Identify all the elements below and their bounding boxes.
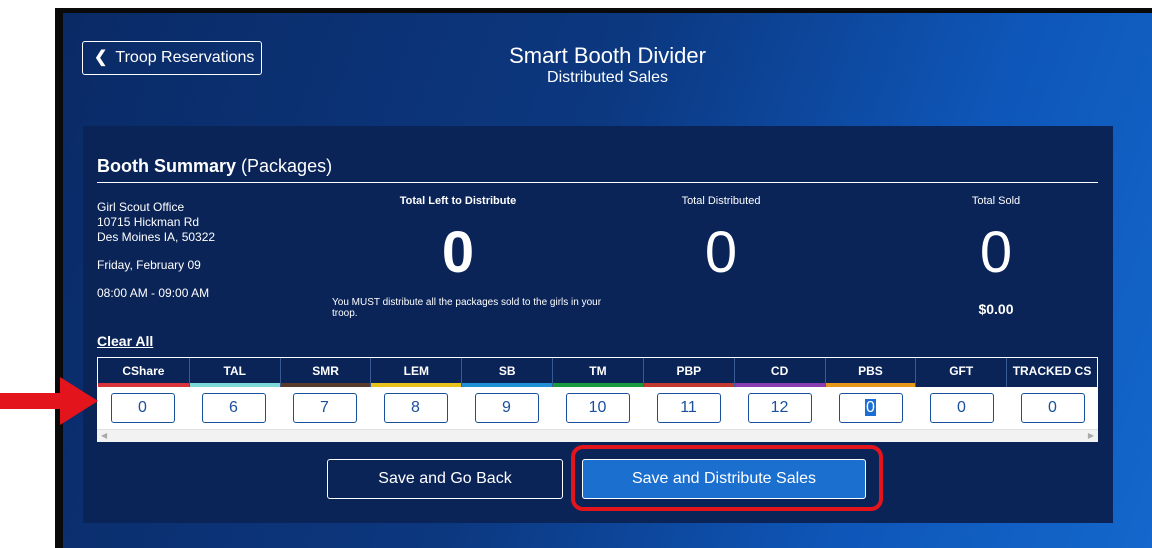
total-sold-value: 0 xyxy=(979,220,1013,285)
quantity-input[interactable]: 0 xyxy=(110,393,175,423)
quantity-input[interactable]: 12 xyxy=(747,393,812,423)
grid-cell: 0 xyxy=(97,387,188,429)
scroll-right-icon[interactable]: ▶ xyxy=(1088,431,1094,440)
total-sold-label: Total Sold xyxy=(971,195,1021,207)
quantity-input[interactable]: 11 xyxy=(656,393,721,423)
quantity-input[interactable]: 0 xyxy=(838,393,903,423)
cookie-distribution-grid: CShare TAL SMR LEM SB TM PBP CD PBS GFT TRACKED CS… xyxy=(97,357,1098,442)
column-header-label: CD xyxy=(770,364,789,378)
column-header-label: TAL xyxy=(223,364,246,378)
booth-time: 08:00 AM - 09:00 AM xyxy=(97,286,210,300)
quantity-value: 0 xyxy=(1048,399,1057,416)
column-header: TAL xyxy=(188,358,280,387)
column-header-label: TRACKED CS xyxy=(1012,364,1092,378)
horizontal-scrollbar[interactable]: ◀ ▶ xyxy=(97,429,1098,442)
total-sold-amount: $0.00 xyxy=(978,301,1014,317)
column-header: LEM xyxy=(370,358,462,387)
total-left-value: 0 xyxy=(441,220,475,285)
quantity-value: 6 xyxy=(229,399,238,416)
booth-date: Friday, February 09 xyxy=(97,258,201,272)
quantity-value: 0 xyxy=(957,399,966,416)
divider xyxy=(97,182,1098,183)
grid-cell: 10 xyxy=(552,387,643,429)
quantity-input[interactable]: 9 xyxy=(474,393,539,423)
grid-cell: 9 xyxy=(461,387,552,429)
column-header: PBS xyxy=(824,358,916,387)
quantity-value: 10 xyxy=(588,399,607,416)
grid-cell: 12 xyxy=(734,387,825,429)
scroll-left-icon[interactable]: ◀ xyxy=(101,431,107,440)
quantity-input[interactable]: 0 xyxy=(1020,393,1085,423)
column-header: TRACKED CS xyxy=(1006,358,1097,387)
column-header: PBP xyxy=(642,358,734,387)
booth-summary-panel: Booth Summary (Packages) Girl Scout Offi… xyxy=(83,126,1113,523)
save-and-distribute-sales-button[interactable]: Save and Distribute Sales xyxy=(582,459,866,499)
column-header: SMR xyxy=(279,358,371,387)
total-left-label: Total Left to Distribute xyxy=(399,195,517,207)
column-header: TM xyxy=(552,358,643,387)
grid-input-row: 0 6 7 8 9 10 11 12 0 0 0 xyxy=(97,387,1098,429)
quantity-value: 9 xyxy=(502,399,511,416)
column-header: GFT xyxy=(915,358,1007,387)
grid-cell: 7 xyxy=(279,387,370,429)
quantity-value: 12 xyxy=(770,399,789,416)
quantity-input[interactable]: 10 xyxy=(565,393,630,423)
total-distributed-label: Total Distributed xyxy=(681,195,761,207)
column-header-label: PBS xyxy=(858,364,883,378)
column-header: CShare xyxy=(98,358,189,387)
quantity-input[interactable]: 0 xyxy=(929,393,994,423)
quantity-input[interactable]: 7 xyxy=(292,393,357,423)
grid-cell: 0 xyxy=(916,387,1007,429)
grid-cell: 8 xyxy=(370,387,461,429)
column-header-label: LEM xyxy=(403,364,430,378)
booth-summary-heading: Booth Summary (Packages) xyxy=(97,156,333,176)
column-header-label: SMR xyxy=(312,364,339,378)
page-title: Smart Booth Divider xyxy=(509,43,706,68)
column-header: SB xyxy=(461,358,553,387)
grid-header: CShare TAL SMR LEM SB TM PBP CD PBS GFT TRACKED CS xyxy=(97,357,1098,387)
grid-cell: 6 xyxy=(188,387,279,429)
quantity-value: 7 xyxy=(320,399,329,416)
save-and-go-back-button[interactable]: Save and Go Back xyxy=(327,459,563,499)
column-header-label: TM xyxy=(589,364,607,378)
page-subtitle: Distributed Sales xyxy=(547,69,668,86)
location-name: Girl Scout Office xyxy=(97,200,185,214)
column-header: CD xyxy=(733,358,825,387)
column-header-label: GFT xyxy=(949,364,974,378)
quantity-input[interactable]: 8 xyxy=(383,393,448,423)
grid-cell: 0 xyxy=(1007,387,1098,429)
distribution-note: You MUST distribute all the packages sol… xyxy=(332,297,602,319)
column-header-label: CShare xyxy=(122,364,165,378)
app-screen: ❮ Troop Reservations Smart Booth Divider… xyxy=(63,13,1152,548)
total-distributed-value: 0 xyxy=(704,220,738,285)
column-header-label: PBP xyxy=(676,364,702,378)
red-arrow-icon xyxy=(0,377,98,425)
quantity-value: 0 xyxy=(138,399,147,416)
clear-all-link[interactable]: Clear All xyxy=(97,333,153,349)
quantity-value: 0 xyxy=(865,399,876,416)
address-line-2: Des Moines IA, 50322 xyxy=(97,230,216,244)
grid-cell: 0 xyxy=(825,387,916,429)
address-line-1: 10715 Hickman Rd xyxy=(97,215,200,229)
column-header-label: SB xyxy=(498,364,516,378)
grid-cell: 11 xyxy=(643,387,734,429)
quantity-input[interactable]: 6 xyxy=(201,393,266,423)
quantity-value: 8 xyxy=(411,399,420,416)
quantity-value: 11 xyxy=(680,399,697,416)
